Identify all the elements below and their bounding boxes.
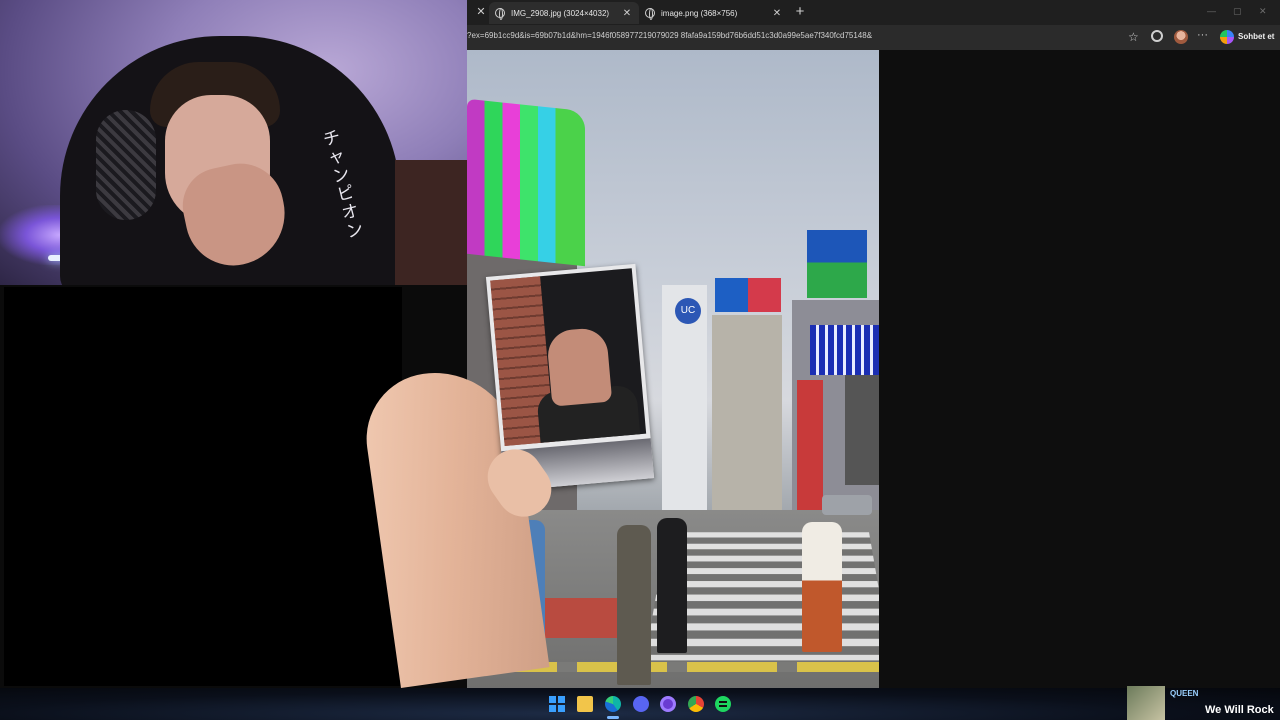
billboard [807, 230, 867, 298]
new-tab-button[interactable]: + [792, 4, 808, 20]
extension-icon[interactable] [1151, 30, 1163, 42]
pedestrian [802, 522, 842, 652]
file-explorer-icon[interactable] [577, 696, 593, 712]
empty-frame [4, 287, 402, 686]
now-playing-widget: QUEEN We Will Rock [1127, 686, 1280, 720]
window-close-icon[interactable]: ✕ [1259, 6, 1267, 17]
spotify-icon[interactable] [715, 696, 731, 712]
edge-icon[interactable] [605, 696, 621, 712]
pedestrian [617, 525, 651, 685]
chair [395, 160, 467, 285]
billboard [715, 278, 781, 312]
led-screen [467, 98, 585, 267]
building [712, 315, 782, 515]
close-icon[interactable]: ✕ [621, 8, 633, 19]
building [845, 375, 879, 485]
person-face [545, 326, 613, 407]
profile-avatar[interactable] [1174, 30, 1188, 44]
discord-icon[interactable] [633, 696, 649, 712]
taskbar [0, 688, 1280, 720]
uc-sign: UC [675, 298, 701, 324]
pedestrian [657, 518, 687, 653]
webcam-feed: チャンピオン [0, 0, 467, 285]
bandana [96, 110, 156, 220]
globe-icon [495, 8, 505, 20]
address-bar: ?ex=69b1cc9d&is=69b07b1d&hm=1946f0589772… [467, 25, 1280, 50]
windows-icon[interactable] [549, 696, 565, 712]
billboard [810, 325, 879, 375]
tab-image-png[interactable]: image.png (368×756) ✕ [639, 2, 789, 24]
tab-title: IMG_2908.jpg (3024×4032) [511, 8, 610, 18]
car [822, 495, 872, 515]
star-icon[interactable]: ☆ [1128, 30, 1139, 44]
copilot-button[interactable]: Sohbet et [1238, 32, 1274, 41]
maximize-icon[interactable]: ▢ [1233, 6, 1242, 17]
copilot-icon[interactable] [1220, 30, 1234, 44]
more-icon[interactable]: ··· [1197, 29, 1208, 41]
active-app-indicator [607, 716, 619, 719]
now-playing-artist: QUEEN [1170, 689, 1199, 698]
album-art [1127, 686, 1165, 720]
tab-title: image.png (368×756) [661, 8, 738, 18]
close-icon[interactable]: ✕ [474, 5, 488, 19]
chrome-icon[interactable] [688, 696, 704, 712]
tab-bar: ✕ IMG_2908.jpg (3024×4032) ✕ image.png (… [467, 0, 1280, 25]
close-icon[interactable]: ✕ [771, 8, 783, 19]
globe-icon [645, 8, 655, 20]
now-playing-song: We Will Rock [1205, 704, 1274, 716]
minimize-icon[interactable]: — [1207, 6, 1216, 16]
tab-img-2908[interactable]: IMG_2908.jpg (3024×4032) ✕ [489, 2, 639, 24]
vertical-sign [797, 380, 823, 515]
obs-icon[interactable] [660, 696, 676, 712]
url-field[interactable]: ?ex=69b1cc9d&is=69b07b1d&hm=1946f0589772… [467, 31, 1117, 40]
